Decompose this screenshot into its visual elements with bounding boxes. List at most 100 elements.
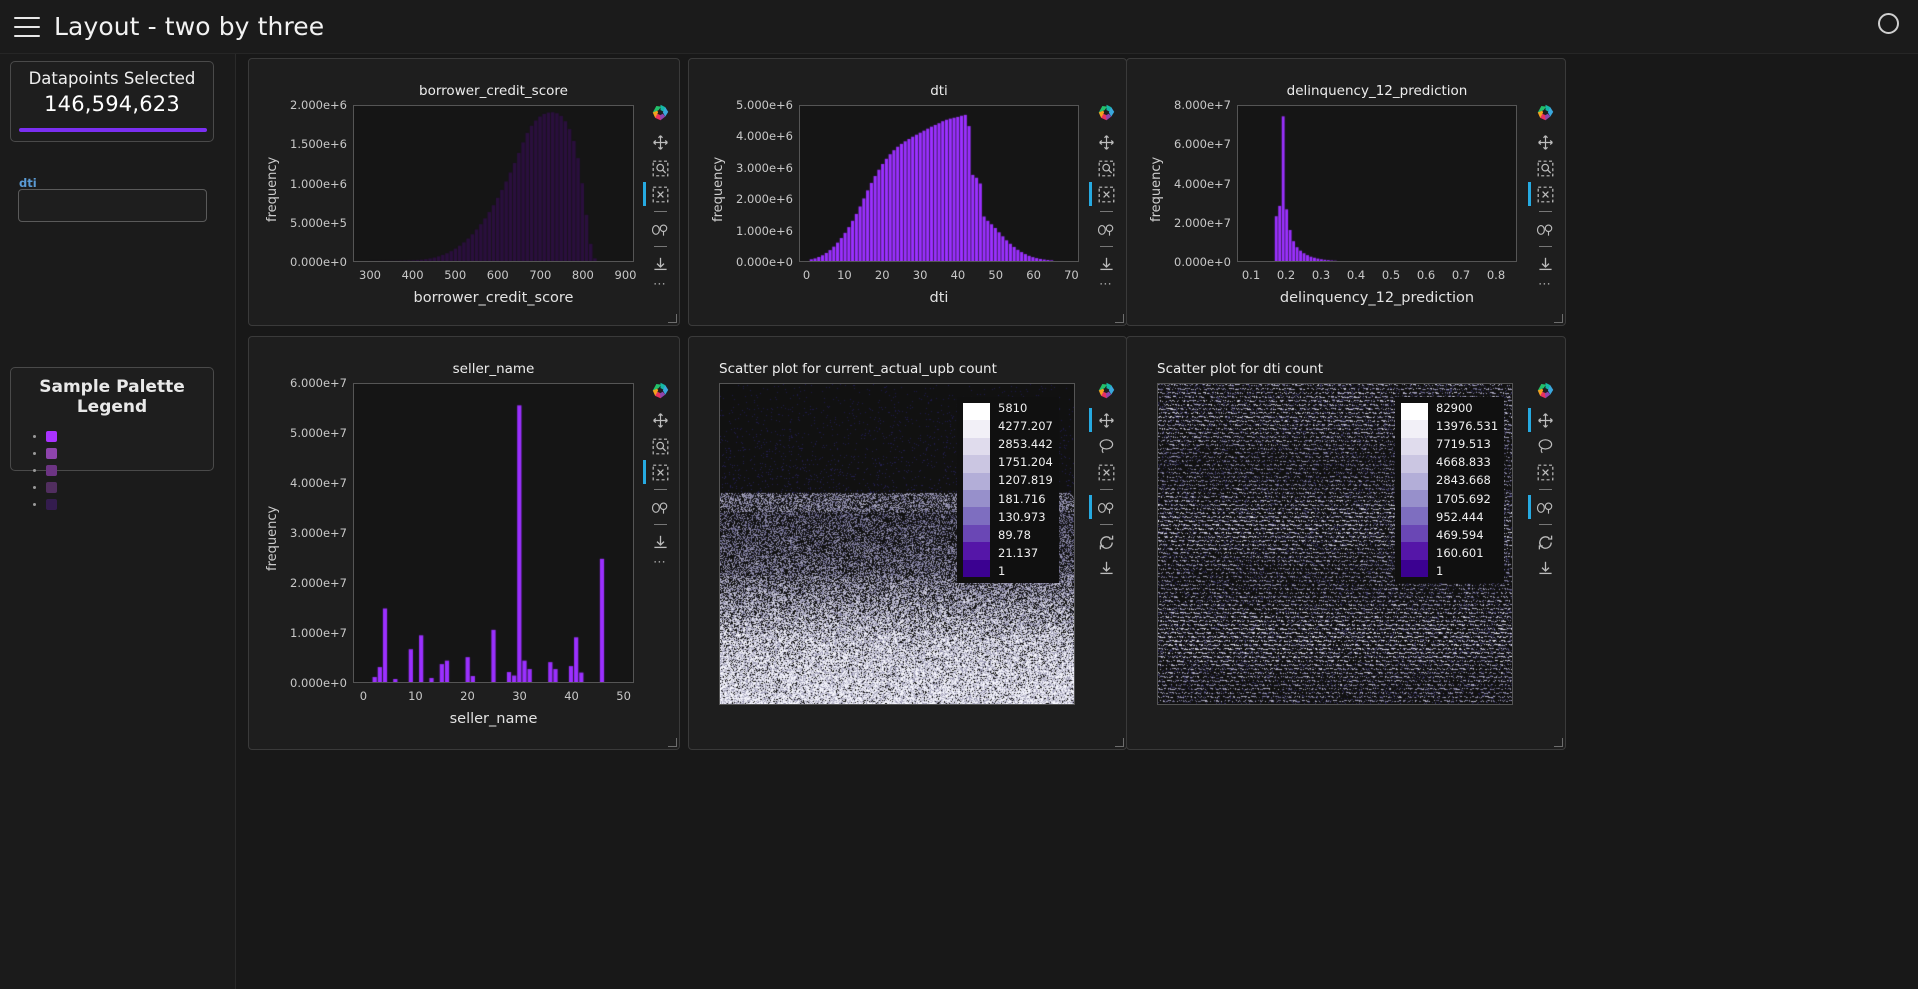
hover-inspect-icon[interactable] bbox=[651, 220, 669, 238]
plot-canvas-area[interactable] bbox=[799, 105, 1079, 262]
bokeh-toolbar[interactable] bbox=[1089, 381, 1121, 577]
color-bar-legend: 5810 4277.207 2853.442 1751.204 1207.819 181.… bbox=[957, 397, 1059, 583]
y-axis-tick-label: 8.000e+7 bbox=[1174, 98, 1231, 112]
pan-move-icon[interactable] bbox=[651, 133, 669, 151]
color-bar-tick-label: 13976.531 bbox=[1436, 419, 1499, 434]
plot-panel: seller_name 0.000e+0 1.000e+7 2.000e+7 3.000… bbox=[248, 336, 680, 750]
panel-resize-handle[interactable] bbox=[1554, 314, 1563, 323]
color-bar-tick-label: 1705.692 bbox=[1436, 491, 1491, 506]
y-axis-tick-label: 1.500e+6 bbox=[290, 137, 347, 152]
save-download-icon[interactable] bbox=[1097, 255, 1115, 273]
reset-icon[interactable] bbox=[1097, 533, 1115, 551]
y-axis-tick-label: 0.000e+0 bbox=[290, 676, 347, 690]
box-select-icon[interactable] bbox=[1536, 463, 1554, 481]
plot-title: Scatter plot for current_actual_upb coun… bbox=[719, 361, 997, 377]
bokeh-logo-icon bbox=[651, 103, 670, 122]
box-select-icon[interactable] bbox=[643, 460, 669, 484]
indicator-value: 146,594,623 bbox=[44, 92, 180, 116]
x-axis-label: borrower_credit_score bbox=[413, 290, 574, 306]
plot-render-surface bbox=[354, 106, 633, 261]
save-download-icon[interactable] bbox=[1097, 559, 1115, 577]
lasso-select-icon[interactable] bbox=[1536, 437, 1554, 455]
reset-icon[interactable] bbox=[1536, 533, 1554, 551]
y-axis-tick-label: 5.000e+6 bbox=[736, 98, 793, 112]
panel-resize-handle[interactable] bbox=[1115, 738, 1124, 747]
save-download-icon[interactable] bbox=[651, 533, 669, 551]
color-bar-tick-label: 1 bbox=[1436, 563, 1444, 578]
panel-resize-handle[interactable] bbox=[668, 738, 677, 747]
box-select-icon[interactable] bbox=[1528, 182, 1554, 206]
bokeh-logo-icon bbox=[651, 381, 670, 400]
pan-move-icon[interactable] bbox=[1528, 408, 1554, 432]
box-zoom-icon[interactable] bbox=[651, 437, 669, 455]
box-select-icon[interactable] bbox=[1089, 182, 1115, 206]
hover-inspect-icon[interactable] bbox=[1089, 495, 1115, 519]
hover-inspect-icon[interactable] bbox=[1097, 220, 1115, 238]
pan-move-icon[interactable] bbox=[1097, 133, 1115, 151]
legend-list-item bbox=[46, 461, 209, 478]
plot-canvas-area[interactable] bbox=[1237, 105, 1517, 262]
overflow-dots-icon[interactable]: ⋯ bbox=[653, 278, 667, 291]
dti-input[interactable] bbox=[18, 189, 207, 222]
plot-canvas-area[interactable] bbox=[353, 383, 634, 683]
hamburger-icon[interactable] bbox=[14, 16, 40, 37]
bokeh-logo-icon bbox=[1536, 103, 1555, 122]
hover-inspect-icon[interactable] bbox=[1528, 495, 1554, 519]
indicator-title: Datapoints Selected bbox=[28, 69, 196, 88]
plot-render-surface bbox=[1238, 106, 1516, 261]
overflow-dots-icon[interactable]: ⋯ bbox=[1099, 278, 1113, 291]
bokeh-logo-icon bbox=[1536, 381, 1555, 400]
color-ramp-step bbox=[1401, 437, 1428, 456]
pan-move-icon[interactable] bbox=[651, 411, 669, 429]
x-axis-label: dti bbox=[929, 290, 949, 306]
bokeh-toolbar[interactable]: ⋯ bbox=[1528, 103, 1560, 291]
toolbar-separator bbox=[653, 489, 667, 490]
hover-inspect-icon[interactable] bbox=[1536, 220, 1554, 238]
box-zoom-icon[interactable] bbox=[1097, 159, 1115, 177]
color-ramp-step bbox=[963, 420, 990, 438]
y-axis-tick-label: 1.000e+7 bbox=[290, 626, 347, 640]
bokeh-toolbar[interactable]: ⋯ bbox=[643, 381, 675, 569]
plot-canvas-area[interactable] bbox=[353, 105, 634, 262]
color-bar-legend: 82900 13976.531 7719.513 4668.833 2843.668 17… bbox=[1395, 397, 1505, 583]
color-bar-tick-label: 2853.442 bbox=[998, 437, 1053, 452]
y-axis-tick-label: 3.000e+6 bbox=[736, 160, 793, 175]
overflow-dots-icon[interactable]: ⋯ bbox=[1538, 278, 1552, 291]
color-bar-tick-label: 181.716 bbox=[998, 491, 1046, 506]
plot-title: Scatter plot for dti count bbox=[1157, 361, 1324, 377]
color-ramp-step bbox=[963, 489, 990, 508]
save-download-icon[interactable] bbox=[1536, 559, 1554, 577]
y-axis-tick-label: 4.000e+6 bbox=[736, 129, 793, 144]
bokeh-toolbar[interactable] bbox=[1528, 381, 1560, 577]
color-ramp-step bbox=[963, 403, 990, 421]
color-ramp-step bbox=[1401, 455, 1428, 473]
panel-resize-handle[interactable] bbox=[668, 314, 677, 323]
save-download-icon[interactable] bbox=[1536, 255, 1554, 273]
bokeh-toolbar[interactable]: ⋯ bbox=[1089, 103, 1121, 291]
box-zoom-icon[interactable] bbox=[1536, 159, 1554, 177]
bokeh-logo-icon bbox=[1097, 103, 1116, 122]
color-bar-labels: 5810 4277.207 2853.442 1751.204 1207.819 181.… bbox=[998, 402, 1053, 577]
plot-panel: Scatter plot for dti count 82900 13976.531… bbox=[1126, 336, 1566, 750]
pan-move-icon[interactable] bbox=[1536, 133, 1554, 151]
color-ramp-step bbox=[963, 542, 990, 560]
box-select-icon[interactable] bbox=[1097, 463, 1115, 481]
y-axis-tick-label: 4.000e+7 bbox=[1174, 176, 1231, 191]
box-zoom-icon[interactable] bbox=[651, 159, 669, 177]
bokeh-toolbar[interactable]: ⋯ bbox=[643, 103, 675, 291]
legend-list-item bbox=[46, 495, 209, 512]
panel-resize-handle[interactable] bbox=[1115, 314, 1124, 323]
legend-color-swatch bbox=[46, 447, 57, 459]
pan-move-icon[interactable] bbox=[1089, 408, 1115, 432]
box-select-icon[interactable] bbox=[643, 182, 669, 206]
toolbar-separator bbox=[653, 211, 667, 212]
legend-color-swatch bbox=[46, 481, 57, 493]
bokeh-logo-icon bbox=[1097, 381, 1116, 400]
toolbar-separator bbox=[1099, 246, 1113, 247]
color-bar-tick-label: 4668.833 bbox=[1436, 455, 1491, 470]
save-download-icon[interactable] bbox=[651, 255, 669, 273]
panel-resize-handle[interactable] bbox=[1554, 738, 1563, 747]
hover-inspect-icon[interactable] bbox=[651, 498, 669, 516]
lasso-select-icon[interactable] bbox=[1097, 437, 1115, 455]
overflow-dots-icon[interactable]: ⋯ bbox=[653, 556, 667, 569]
